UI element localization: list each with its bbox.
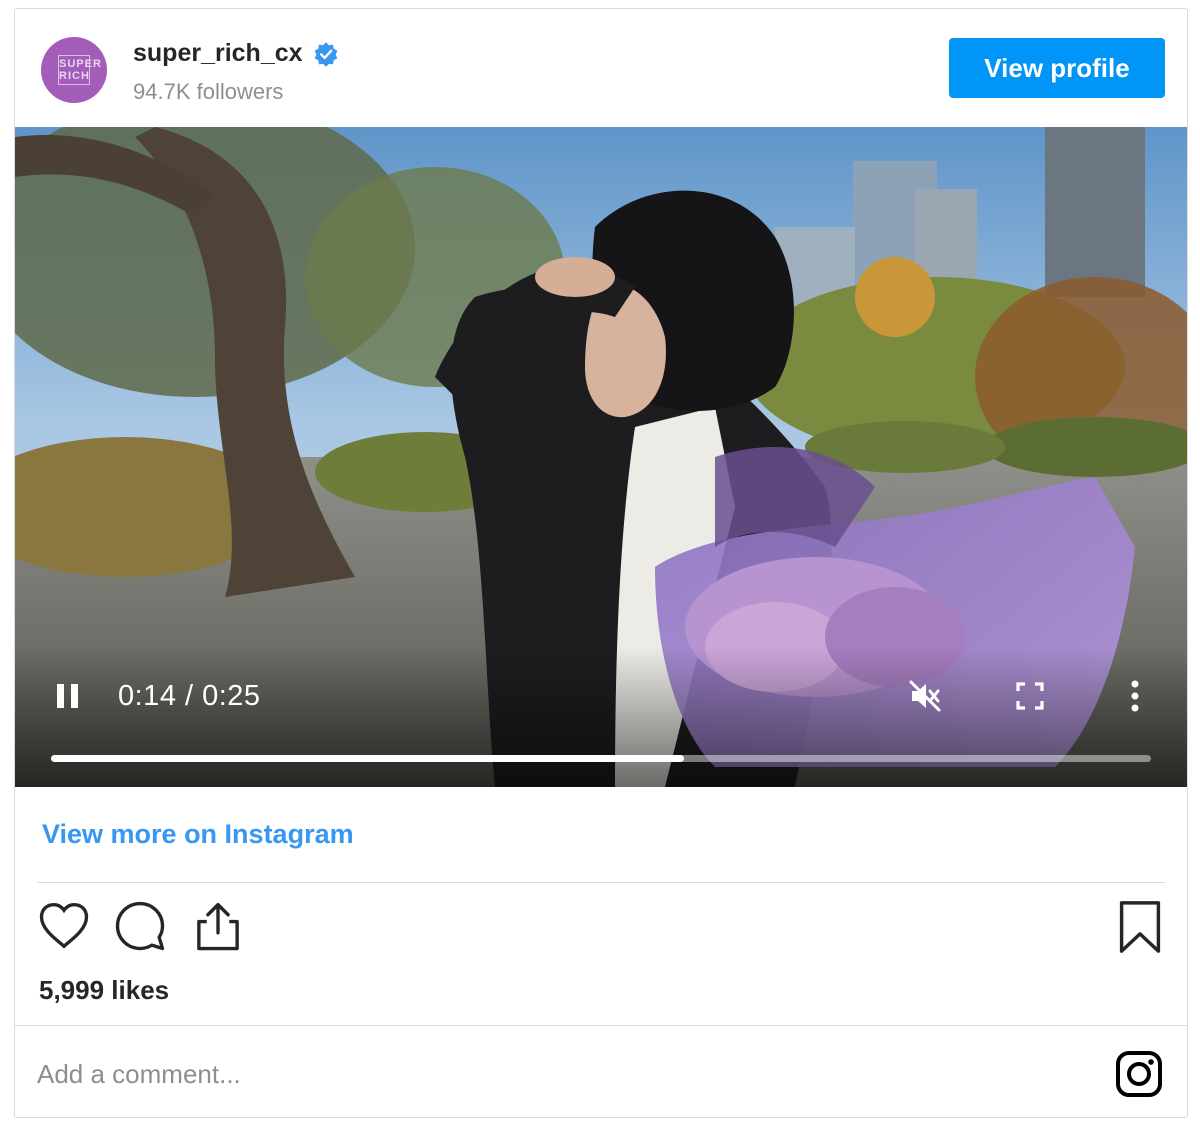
verified-badge-icon — [314, 41, 337, 67]
view-more-on-instagram-link[interactable]: View more on Instagram — [42, 819, 354, 850]
like-count[interactable]: 5,999 likes — [39, 975, 169, 1006]
bookmark-icon[interactable] — [1117, 899, 1163, 955]
video-controls: 0:14 / 0:25 — [15, 647, 1187, 787]
comment-bubble-icon[interactable] — [113, 899, 167, 953]
avatar-text: SUPER RICH — [58, 55, 101, 85]
video-player[interactable]: 0:14 / 0:25 — [15, 127, 1187, 787]
username-row: super_rich_cx — [133, 39, 339, 68]
video-progress-fill — [51, 755, 684, 762]
instagram-embed-card: SUPER RICH super_rich_cx 94.7K followers… — [14, 8, 1188, 1118]
volume-muted-icon[interactable] — [908, 679, 942, 713]
share-icon[interactable] — [191, 899, 245, 953]
action-bar — [15, 899, 1187, 959]
heart-icon[interactable] — [37, 899, 91, 953]
follower-count: 94.7K followers — [133, 79, 284, 104]
divider — [37, 882, 1165, 883]
avatar[interactable]: SUPER RICH — [41, 37, 107, 103]
video-progress-bar[interactable] — [51, 755, 1151, 762]
instagram-logo-icon[interactable] — [1115, 1050, 1163, 1098]
comment-input[interactable] — [37, 1056, 837, 1092]
view-profile-button[interactable]: View profile — [949, 38, 1165, 98]
comment-section — [15, 1025, 1187, 1117]
pause-icon[interactable] — [55, 683, 81, 709]
fullscreen-icon[interactable] — [1015, 681, 1045, 711]
more-vertical-icon[interactable] — [1125, 679, 1145, 713]
username[interactable]: super_rich_cx — [133, 39, 303, 68]
video-time: 0:14 / 0:25 — [118, 680, 261, 712]
post-header: SUPER RICH super_rich_cx 94.7K followers… — [15, 9, 1187, 127]
